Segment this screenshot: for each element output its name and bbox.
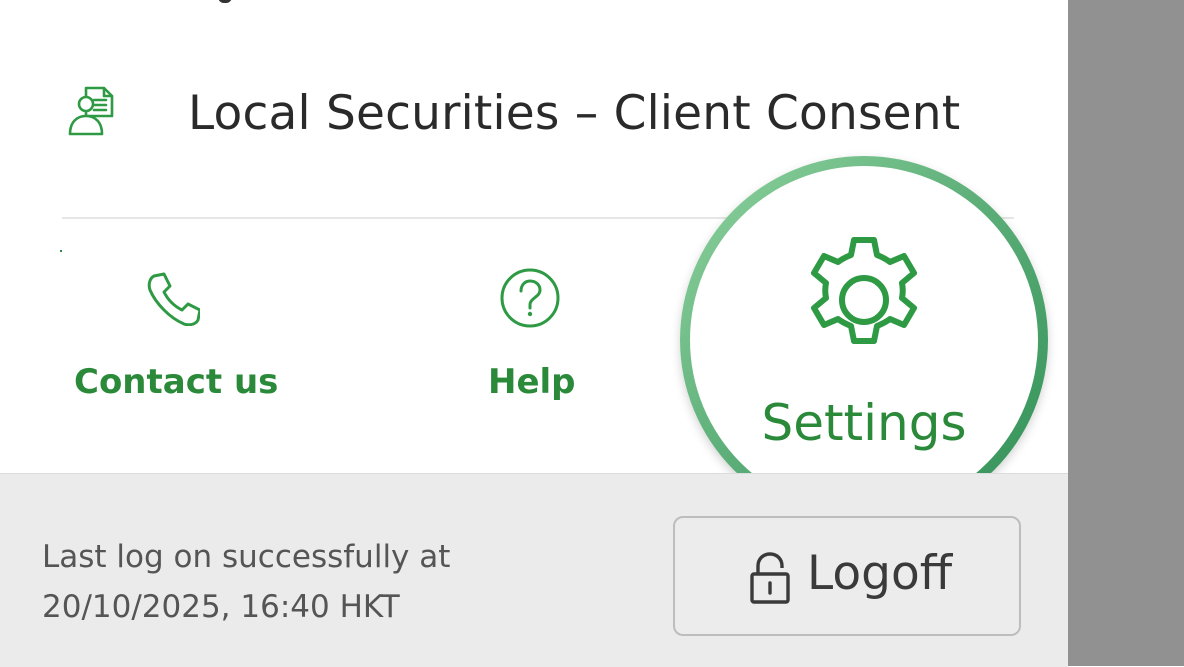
last-log-line1: Last log on successfully at xyxy=(42,539,451,575)
logoff-button[interactable]: Logoff xyxy=(673,516,1021,636)
help-icon xyxy=(498,266,562,330)
settings-button[interactable]: Settings xyxy=(690,166,1038,514)
menu-panel: Local Securities – Client Consent Contac… xyxy=(0,0,1068,667)
footer-bar: Last log on successfully at 20/10/2025, … xyxy=(0,473,1068,667)
logoff-label: Logoff xyxy=(807,546,953,601)
last-log-timestamp: 20/10/2025, 16:40 HKT xyxy=(42,589,400,625)
last-log-info: Last log on successfully at 20/10/2025, … xyxy=(42,532,450,632)
contact-us-label: Contact us xyxy=(74,362,279,402)
menu-item-client-consent[interactable]: Local Securities – Client Consent xyxy=(0,60,1068,170)
gear-icon xyxy=(792,230,936,374)
document-person-icon xyxy=(64,84,116,140)
phone-icon xyxy=(144,270,202,327)
contact-us-button[interactable]: Contact us xyxy=(40,250,300,460)
help-button[interactable]: Help xyxy=(430,250,630,460)
menu-item-label: Local Securities – Client Consent xyxy=(188,86,961,141)
help-label: Help xyxy=(488,362,576,402)
cropped-previous-item xyxy=(188,0,248,4)
dimmed-overlay xyxy=(1068,0,1184,666)
unlock-icon xyxy=(749,552,791,606)
settings-label: Settings xyxy=(761,394,967,452)
